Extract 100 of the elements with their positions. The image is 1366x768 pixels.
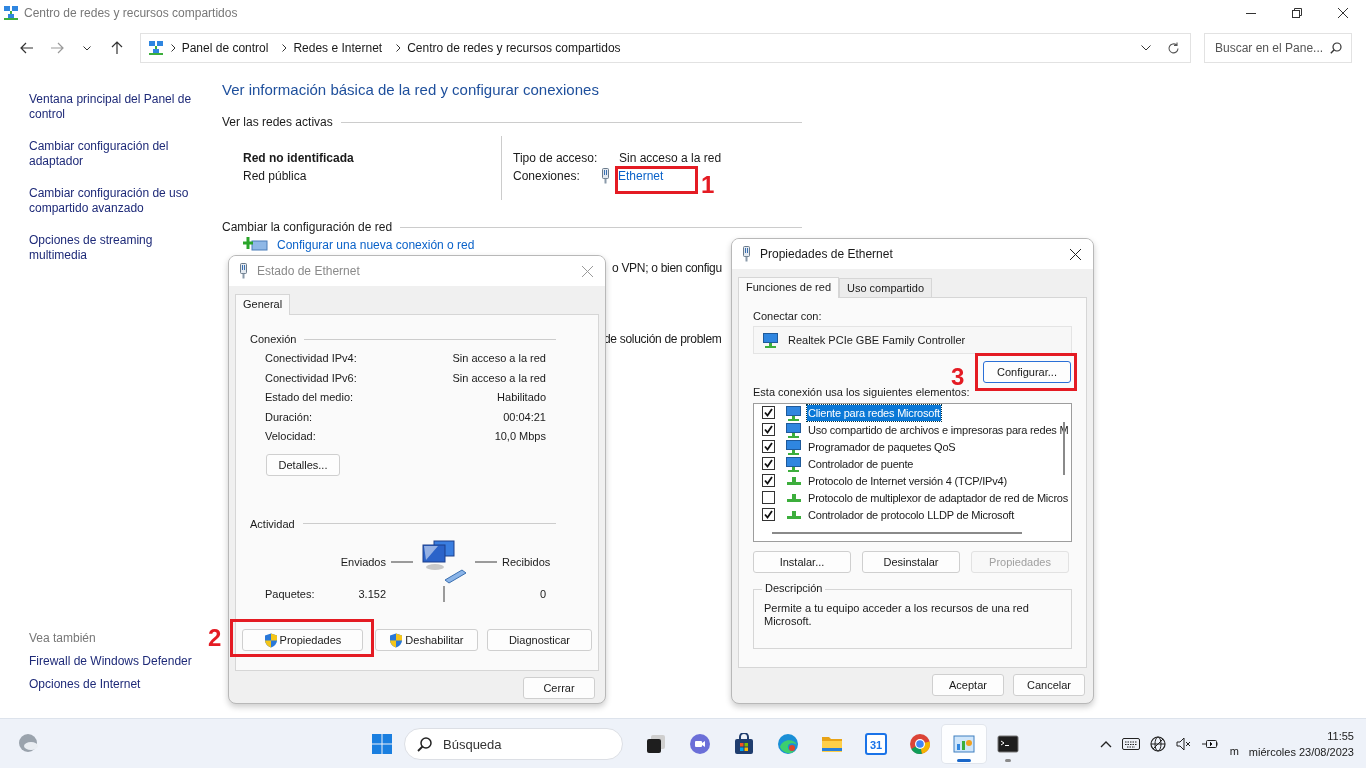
- section-title: Vea también: [29, 631, 96, 646]
- protocol-icon: [787, 476, 801, 485]
- field-label: Velocidad:: [265, 429, 316, 445]
- sidebar-link[interactable]: Firewall de Windows Defender: [29, 654, 192, 669]
- breadcrumb[interactable]: Redes e Internet: [293, 41, 383, 55]
- checkbox[interactable]: [762, 423, 775, 436]
- checkbox[interactable]: [762, 491, 775, 504]
- checkbox[interactable]: [762, 508, 775, 521]
- field-value: 3.152: [358, 587, 386, 600]
- clock[interactable]: 11:55 miércoles 23/08/2023: [1248, 728, 1354, 760]
- browser-circle-icon: [909, 733, 931, 755]
- description-text: o VPN; o bien configu: [612, 260, 722, 277]
- sidebar-link[interactable]: Opciones de streaming multimedia: [29, 233, 205, 263]
- chevron-down-icon: [82, 45, 91, 51]
- chevron-right-icon: [396, 44, 402, 52]
- globe-icon[interactable]: [1149, 736, 1166, 752]
- field-label: Conectar con:: [753, 310, 823, 322]
- ok-button[interactable]: Aceptar: [932, 674, 1004, 696]
- ethernet-icon: [239, 263, 248, 279]
- address-bar[interactable]: Panel de control Redes e Internet Centro de redes y recursos compartidos: [139, 33, 1191, 63]
- tab[interactable]: Uso compartido: [839, 278, 933, 297]
- sidebar-link[interactable]: Cambiar configuración de uso compartido avanzado: [29, 186, 205, 216]
- list-item[interactable]: Protocolo de multiplexor de adaptador de red de Micros: [807, 489, 1070, 506]
- page-heading: Ver información básica de la red y configurar conexiones: [222, 80, 600, 100]
- window-title: Centro de redes y recursos compartidos: [24, 6, 238, 20]
- connection-link[interactable]: Ethernet: [618, 167, 664, 185]
- taskbar-search-field[interactable]: Búsqueda: [404, 728, 623, 760]
- sidebar-link[interactable]: Cambiar configuración del adaptador: [29, 139, 205, 169]
- field-label: Paquetes:: [265, 587, 315, 600]
- description-text: Permite a tu equipo acceder a los recursos de una red Microsoft.: [764, 602, 1030, 628]
- checkbox[interactable]: [762, 457, 775, 470]
- field-label: Enviados: [339, 555, 386, 568]
- chevron-down-icon[interactable]: [1141, 45, 1151, 51]
- video-chat-icon: [689, 733, 711, 755]
- configure-button[interactable]: Configurar...: [983, 361, 1071, 383]
- breadcrumb[interactable]: Centro de redes y recursos compartidos: [407, 41, 621, 55]
- running-indicator: [957, 759, 971, 762]
- field-value: Sin acceso a la red: [452, 370, 546, 386]
- field-label: Conexiones:: [513, 168, 581, 185]
- field-value: 00:04:21: [503, 409, 546, 425]
- checkbox[interactable]: [762, 406, 775, 419]
- network-name: Red no identificada: [243, 150, 355, 167]
- list-item[interactable]: Controlador de protocolo LLDP de Microsoft: [807, 506, 1015, 523]
- checkbox[interactable]: [762, 474, 775, 487]
- dialog-title: Estado de Ethernet: [257, 264, 360, 278]
- list-item[interactable]: Programador de paquetes QoS: [807, 438, 957, 455]
- breadcrumb[interactable]: Panel de control: [181, 41, 269, 55]
- list-item[interactable]: Protocolo de Internet versión 4 (TCP/IPv4): [807, 472, 1008, 489]
- sidebar-link[interactable]: Ventana principal del Panel de control: [29, 92, 205, 122]
- dialog-title: Propiedades de Ethernet: [760, 247, 893, 261]
- chevron-up-icon[interactable]: [1099, 740, 1112, 748]
- dialog-button[interactable]: Deshabilitar: [374, 629, 478, 651]
- field-label: Recibidos: [502, 555, 551, 568]
- input-indicator[interactable]: m: [1229, 745, 1239, 757]
- scrollbar-thumb[interactable]: [772, 532, 1022, 534]
- protocol-icon: [787, 510, 801, 519]
- step-number: 3: [951, 365, 965, 389]
- step-number: 2: [208, 626, 222, 650]
- sidebar-link[interactable]: Opciones de Internet: [29, 677, 141, 692]
- close-icon: [581, 265, 593, 277]
- close-icon: [1338, 8, 1348, 18]
- field-value: Sin acceso a la red: [618, 150, 722, 167]
- details-button[interactable]: Detalles...: [266, 453, 340, 476]
- ethernet-icon: [601, 168, 610, 184]
- checkbox[interactable]: [762, 440, 775, 453]
- windows-logo-icon: [371, 733, 393, 755]
- dialog-button[interactable]: Diagnosticar: [486, 629, 592, 651]
- overlapping-squares-icon: [645, 733, 667, 755]
- cancel-button[interactable]: Cancelar: [1013, 674, 1085, 696]
- tab[interactable]: General: [235, 294, 291, 315]
- close-dialog-button[interactable]: Cerrar: [523, 677, 595, 699]
- field-label: Estado del medio:: [265, 390, 354, 406]
- shield-icon: [263, 632, 278, 648]
- protocol-icon: [787, 493, 801, 502]
- tab[interactable]: Funciones de red: [738, 277, 839, 298]
- dialog-button[interactable]: Desinstalar: [862, 551, 960, 573]
- list-item[interactable]: Controlador de puente: [807, 455, 915, 472]
- step-number: 1: [701, 173, 715, 197]
- network-grid-icon: [148, 41, 163, 55]
- dialog-button[interactable]: Propiedades: [242, 629, 363, 651]
- field-value: 10,0 Mbps: [494, 429, 546, 445]
- taskbar-app-button[interactable]: 31: [854, 725, 898, 763]
- keyboard-icon[interactable]: [1121, 738, 1140, 750]
- scrollbar-thumb[interactable]: [1063, 422, 1065, 475]
- muted-speaker-icon[interactable]: [1175, 737, 1192, 751]
- back-arrow-icon: [19, 42, 34, 54]
- battery-plug-icon[interactable]: [1201, 738, 1220, 750]
- close-icon: [1069, 248, 1081, 260]
- shopping-bag-icon: [733, 733, 755, 755]
- add-connection-icon: [243, 237, 269, 253]
- network-grid-icon: [4, 6, 18, 20]
- field-label: Duración:: [265, 409, 313, 425]
- setup-link[interactable]: Configurar una nueva conexión o red: [277, 238, 475, 252]
- search-field[interactable]: Buscar en el Pane...: [1204, 33, 1352, 63]
- dialog-button[interactable]: Instalar...: [753, 551, 851, 573]
- refresh-icon[interactable]: [1167, 41, 1180, 55]
- adapter-field: Realtek PCIe GBE Family Controller: [753, 326, 1072, 354]
- list-item[interactable]: Cliente para redes Microsoft: [807, 404, 941, 421]
- field-label: Conectividad IPv4:: [265, 351, 357, 366]
- field-value: Sin acceso a la red: [452, 351, 546, 366]
